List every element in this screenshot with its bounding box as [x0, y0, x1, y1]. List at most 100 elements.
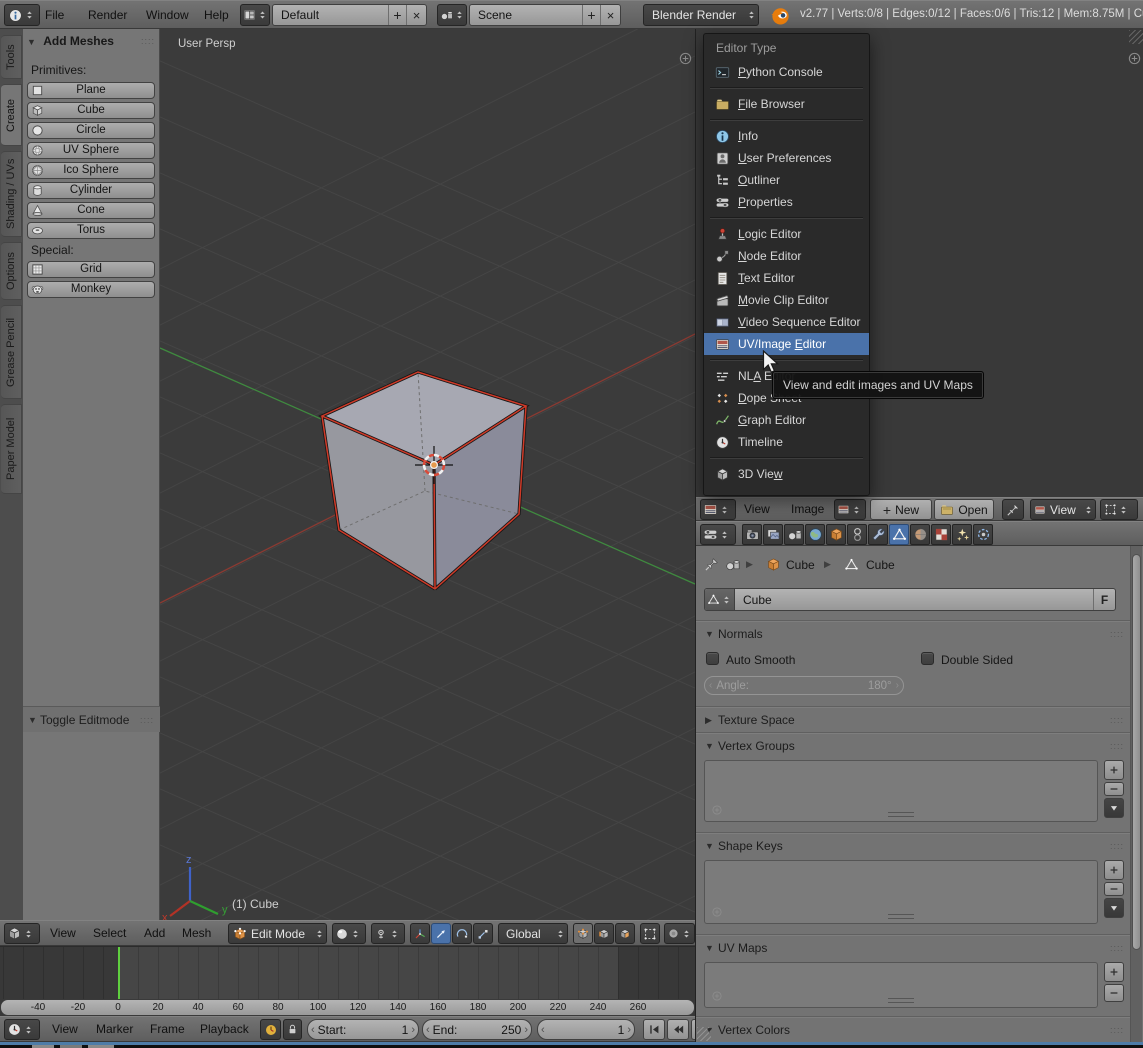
editor-type-option-node-editor[interactable]: Node Editor: [704, 245, 869, 267]
list-resize-handle[interactable]: [888, 812, 914, 817]
viewport-menu-mesh[interactable]: Mesh: [182, 926, 211, 940]
normals-panel-header[interactable]: ▼ Normals ::::: [696, 620, 1130, 646]
timeline-menu-marker[interactable]: Marker: [96, 1022, 133, 1036]
panel-drag-handle[interactable]: ::::: [1110, 629, 1124, 639]
shelf-tab-paper-model[interactable]: Paper Model: [1, 404, 22, 494]
breadcrumb-scene-icon[interactable]: [725, 557, 740, 572]
add-grid-button[interactable]: Grid: [27, 261, 155, 278]
layout-delete-button[interactable]: ×: [406, 5, 426, 25]
autokey-clock-button[interactable]: [260, 1019, 281, 1040]
mode-dropdown[interactable]: Edit Mode: [228, 923, 327, 944]
toggle-editmode-panel-header[interactable]: ▼ Toggle Editmode ::::: [23, 706, 160, 732]
editor-type-option-text-editor[interactable]: Text Editor: [704, 267, 869, 289]
properties-tab-render-layers[interactable]: [763, 524, 783, 545]
scene-add-button[interactable]: +: [582, 5, 600, 25]
panel-drag-handle[interactable]: ::::: [1110, 943, 1124, 953]
add-torus-button[interactable]: Torus: [27, 222, 155, 239]
list-add-icon[interactable]: [711, 990, 723, 1002]
breadcrumb-object-icon[interactable]: [766, 557, 781, 572]
menu-window[interactable]: Window: [146, 8, 189, 22]
panel-drag-handle[interactable]: ::::: [1110, 715, 1124, 725]
editor-type-option-video-sequence-editor[interactable]: Video Sequence Editor: [704, 311, 869, 333]
editor-type-option-movie-clip-editor[interactable]: Movie Clip Editor: [704, 289, 869, 311]
menu-render[interactable]: Render: [88, 8, 127, 22]
stepper-left-icon[interactable]: ‹: [423, 1024, 433, 1036]
mesh-name-value[interactable]: Cube: [735, 593, 1093, 607]
render-visibility-dropdown[interactable]: [664, 923, 695, 944]
add-cylinder-button[interactable]: Cylinder: [27, 182, 155, 199]
uv-maps-list[interactable]: [704, 962, 1098, 1008]
face-select-button[interactable]: [615, 923, 635, 944]
current-frame-line[interactable]: [118, 947, 120, 999]
vertex-group-specials-button[interactable]: [1104, 798, 1124, 818]
timeline-menu-frame[interactable]: Frame: [150, 1022, 185, 1036]
3d-viewport[interactable]: User Persp z x y (1) Cube: [160, 29, 695, 920]
editor-type-option-properties[interactable]: Properties: [704, 191, 869, 213]
edge-select-button[interactable]: [594, 923, 614, 944]
panel-drag-handle[interactable]: ::::: [1110, 741, 1124, 751]
fake-user-button[interactable]: F: [1093, 589, 1115, 610]
properties-tab-constraints[interactable]: [847, 524, 867, 545]
editor-type-option-timeline[interactable]: Timeline: [704, 431, 869, 453]
editor-type-option-graph-editor[interactable]: Graph Editor: [704, 409, 869, 431]
texture-space-panel-header[interactable]: ▶ Texture Space ::::: [696, 706, 1130, 732]
shape-key-add-button[interactable]: [1104, 860, 1124, 880]
timeline-editor[interactable]: -40-200204060801001201401601802002202402…: [0, 946, 695, 1016]
image-open-button[interactable]: Open: [934, 499, 994, 520]
vertex-select-button[interactable]: [573, 923, 593, 944]
prev-keyframe-button[interactable]: [667, 1019, 689, 1040]
timeline-ruler[interactable]: -40-200204060801001201401601802002202402…: [0, 999, 695, 1016]
shape-key-remove-button[interactable]: [1104, 882, 1124, 896]
layout-browse-button[interactable]: [240, 4, 270, 26]
stepper-right-icon[interactable]: ›: [408, 1024, 418, 1036]
menu-help[interactable]: Help: [204, 8, 229, 22]
properties-tab-physics[interactable]: [973, 524, 993, 545]
menu-file[interactable]: File: [45, 8, 64, 22]
panel-drag-handle[interactable]: ::::: [140, 715, 154, 725]
add-cone-button[interactable]: Cone: [27, 202, 155, 219]
properties-tab-object[interactable]: [826, 524, 846, 545]
add-monkey-button[interactable]: Monkey: [27, 281, 155, 298]
image-pin-button[interactable]: [1002, 499, 1024, 520]
breadcrumb-mesh-icon[interactable]: [844, 557, 859, 572]
manipulator-scale-button[interactable]: [473, 923, 493, 944]
vertex-group-remove-button[interactable]: [1104, 782, 1124, 796]
frame-end-field[interactable]: ‹ End: 250 ›: [422, 1019, 532, 1040]
list-resize-handle[interactable]: [888, 914, 914, 919]
properties-tab-object-data[interactable]: [889, 524, 909, 545]
properties-scrollbar[interactable]: [1130, 546, 1142, 1042]
uv-pivot-dropdown[interactable]: [1100, 499, 1138, 520]
uv-map-add-button[interactable]: [1104, 962, 1124, 982]
stepper-left-icon[interactable]: ‹: [308, 1024, 318, 1036]
list-add-icon[interactable]: [711, 906, 723, 918]
render-engine-dropdown[interactable]: Blender Render: [643, 4, 759, 26]
shelf-tab-tools[interactable]: Tools: [1, 35, 22, 79]
image-new-button[interactable]: + New: [870, 499, 932, 520]
timeline-menu-view[interactable]: View: [52, 1022, 78, 1036]
list-add-icon[interactable]: [711, 804, 723, 816]
mesh-name-field[interactable]: Cube F: [704, 588, 1116, 611]
stepper-right-icon[interactable]: ›: [521, 1024, 531, 1036]
uv-maps-panel-header[interactable]: ▼ UV Maps ::::: [696, 934, 1130, 960]
shelf-tab-create[interactable]: Create: [1, 84, 22, 146]
add-circle-button[interactable]: Circle: [27, 122, 155, 139]
properties-tab-render[interactable]: [742, 524, 762, 545]
scene-name-field[interactable]: Scene + ×: [469, 4, 621, 26]
vertex-groups-panel-header[interactable]: ▼ Vertex Groups ::::: [696, 732, 1130, 758]
shape-key-specials-button[interactable]: [1104, 898, 1124, 918]
vertex-group-add-button[interactable]: [1104, 760, 1124, 780]
add-plane-button[interactable]: Plane: [27, 82, 155, 99]
panel-drag-handle[interactable]: ::::: [1110, 1025, 1124, 1035]
editor-type-option-user-preferences[interactable]: User Preferences: [704, 147, 869, 169]
editor-type-option-info[interactable]: Info: [704, 125, 869, 147]
shape-keys-panel-header[interactable]: ▼ Shape Keys ::::: [696, 832, 1130, 858]
auto-smooth-checkbox[interactable]: [706, 652, 719, 665]
editor-type-option-uv-image-editor[interactable]: UV/Image Editor: [704, 333, 869, 355]
breadcrumb-pin-icon[interactable]: [704, 557, 719, 572]
auto-smooth-angle-slider[interactable]: ‹ Angle: 180° ›: [704, 676, 904, 695]
properties-tab-particles[interactable]: [952, 524, 972, 545]
viewport-shading-dropdown[interactable]: [332, 923, 366, 944]
properties-tab-scene[interactable]: [784, 524, 804, 545]
vertex-groups-list[interactable]: [704, 760, 1098, 822]
uv-menu-image[interactable]: Image: [791, 502, 824, 516]
